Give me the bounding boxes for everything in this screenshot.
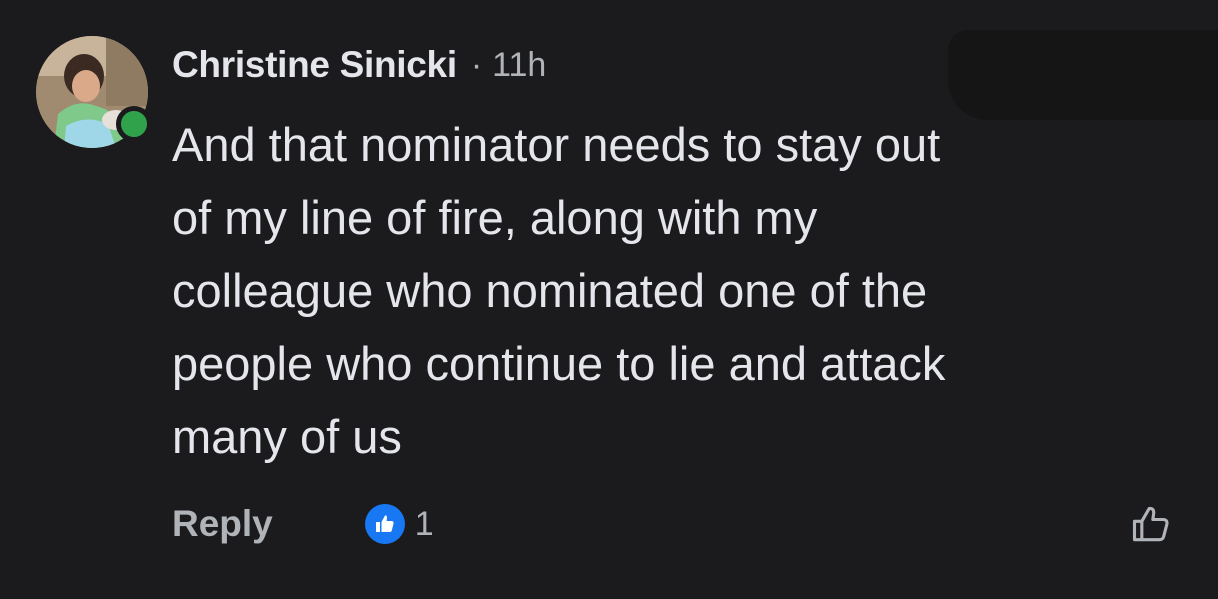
redaction-overlay — [948, 30, 1218, 120]
comment: Christine Sinicki · 11h And that nominat… — [0, 0, 1218, 599]
comment-line: people who continue to lie and attack — [172, 337, 946, 390]
comment-line: many of us — [172, 410, 402, 463]
comment-actions: Reply 1 — [172, 496, 434, 552]
reaction-count: 1 — [414, 504, 434, 543]
reaction-summary[interactable]: 1 — [364, 504, 434, 544]
avatar-container[interactable] — [36, 36, 152, 148]
timestamp[interactable]: 11h — [492, 46, 546, 85]
comment-line: colleague who nominated one of the — [172, 264, 928, 317]
author-name[interactable]: Christine Sinicki — [172, 44, 457, 86]
thumbs-up-outline-icon — [1132, 506, 1169, 542]
like-button[interactable] — [1126, 500, 1176, 550]
comment-line: of my line of fire, along with my — [172, 191, 818, 244]
online-status-dot — [116, 106, 152, 142]
separator-dot: · — [470, 45, 483, 84]
comment-body: And that nominator needs to stay out of … — [172, 108, 1162, 473]
like-icon — [364, 504, 405, 544]
reply-button[interactable]: Reply — [172, 503, 273, 545]
comment-header: Christine Sinicki · 11h — [172, 40, 546, 90]
comment-line: And that nominator needs to stay out — [172, 118, 941, 171]
